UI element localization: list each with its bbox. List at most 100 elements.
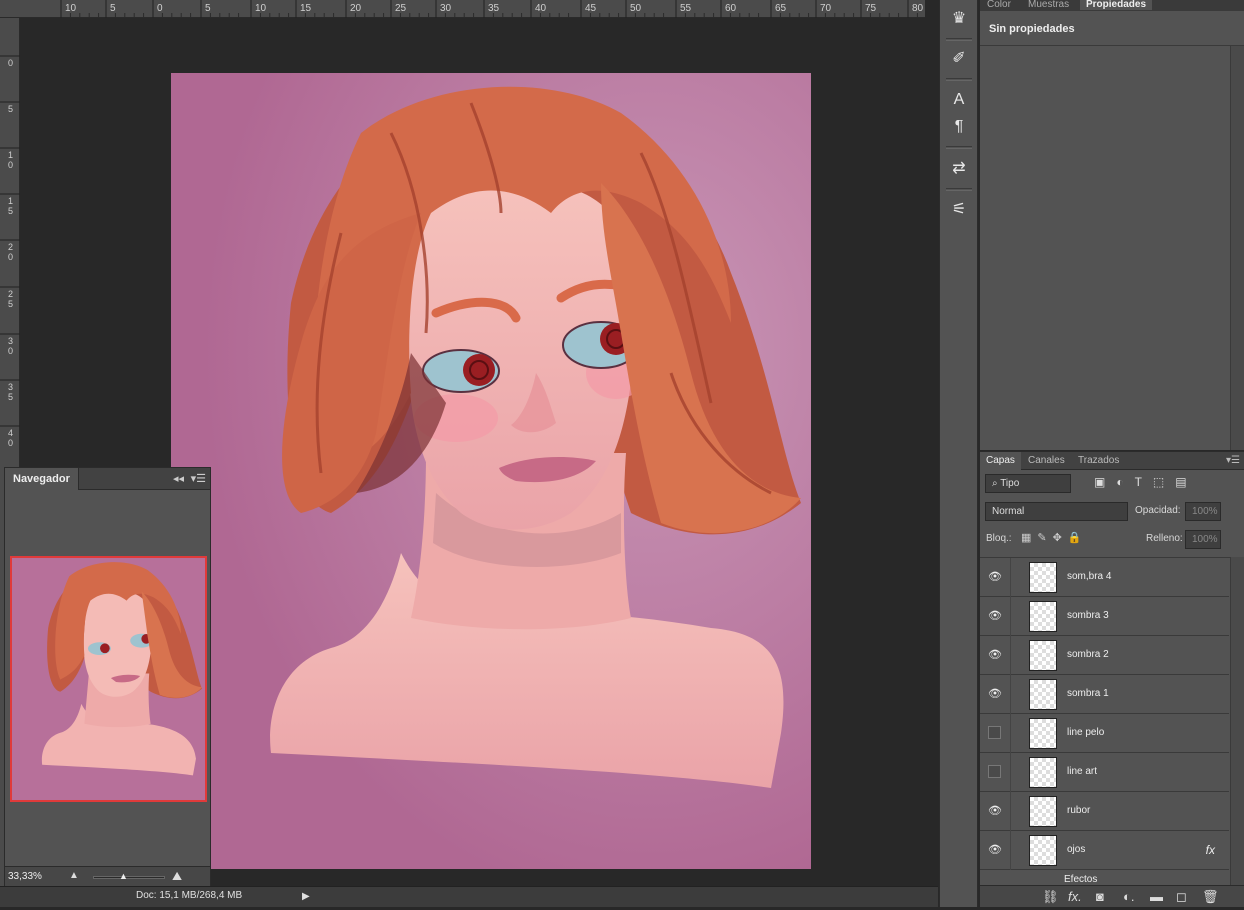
lock-icons[interactable]: ▦✎✥🔒 [1021, 531, 1088, 544]
layer-effects-icon[interactable]: fx [1206, 843, 1215, 857]
effects-label[interactable]: Efectos [1064, 874, 1097, 885]
adjustment-layer-icon[interactable]: ◐. [1123, 889, 1134, 904]
navigator-preview[interactable] [10, 556, 207, 802]
layer-row[interactable]: 👁 sombra 3 [980, 597, 1229, 636]
new-group-icon[interactable]: ▬ [1150, 889, 1163, 904]
zoom-slider-knob[interactable]: ▲ [119, 871, 128, 881]
visibility-toggle-off[interactable] [988, 726, 1001, 739]
tab-layers[interactable]: Capas [980, 452, 1021, 470]
collapse-icon[interactable]: ◂◂ [173, 472, 184, 485]
document-status-bar: Doc: 15,1 MB/268,4 MB ▶ [0, 886, 938, 907]
layer-name[interactable]: line art [1067, 766, 1097, 777]
ruler-label: 20 [350, 3, 362, 14]
document-size-info[interactable]: Doc: 15,1 MB/268,4 MB [136, 890, 242, 901]
layer-thumbnail[interactable] [1029, 679, 1057, 710]
row-divider [1010, 714, 1011, 753]
layers-scrollbar[interactable] [1230, 557, 1244, 885]
character-icon[interactable]: A [947, 89, 971, 111]
zoom-level[interactable]: 33,33% [8, 871, 42, 882]
visibility-eye-icon[interactable]: 👁 [988, 843, 1002, 856]
layer-thumbnail[interactable] [1029, 835, 1057, 866]
properties-scrollbar[interactable] [1230, 46, 1244, 450]
add-mask-icon[interactable]: ◙ [1096, 889, 1104, 904]
row-divider [1010, 792, 1011, 831]
layer-row[interactable]: line pelo [980, 714, 1229, 753]
strip-divider [946, 188, 972, 191]
layers-tabbar: Capas Canales Trazados ▾☰ [980, 452, 1244, 470]
opacity-label: Opacidad: [1135, 505, 1181, 516]
ruler-label: 25 [395, 3, 407, 14]
layer-name[interactable]: som,bra 4 [1067, 571, 1111, 582]
panel-menu-icon[interactable]: ▾☰ [191, 472, 206, 485]
panel-menu-icon[interactable]: ▾☰ [1226, 455, 1240, 466]
layer-name[interactable]: sombra 2 [1067, 649, 1109, 660]
layer-row[interactable]: 👁 sombra 2 [980, 636, 1229, 675]
layer-name[interactable]: ojos [1067, 844, 1085, 855]
ruler-label: 3 [8, 336, 13, 346]
clone-source-icon[interactable]: ⇄ [947, 158, 971, 180]
ruler-label: 5 [8, 104, 13, 114]
ruler-label: 40 [535, 3, 547, 14]
visibility-eye-icon[interactable]: 👁 [988, 648, 1002, 661]
zoom-slider[interactable] [93, 876, 165, 879]
status-menu-arrow-icon[interactable]: ▶ [302, 891, 310, 902]
ruler-label: 45 [585, 3, 597, 14]
brush-preset-icon[interactable]: ✐ [947, 48, 971, 70]
layer-thumbnail[interactable] [1029, 640, 1057, 671]
tab-navigator[interactable]: Navegador [5, 468, 79, 490]
layer-name[interactable]: sombra 3 [1067, 610, 1109, 621]
navigator-header: Navegador ◂◂ ▾☰ [5, 468, 210, 490]
horizontal-ruler[interactable]: 10 5 0 5 10 15 20 25 30 35 40 45 50 55 60 65 70 75 80 [0, 0, 947, 18]
document-canvas[interactable] [171, 73, 811, 869]
layer-name[interactable]: sombra 1 [1067, 688, 1109, 699]
layer-row[interactable]: 👁 ojos fx [980, 831, 1229, 870]
ruler-label: 0 [8, 160, 13, 170]
ruler-label: 65 [775, 3, 787, 14]
tab-color[interactable]: Color [987, 0, 1011, 10]
layers-panel: Capas Canales Trazados ▾☰ ⌕ Tipo ▣◐T⬚▤ N… [980, 451, 1244, 907]
layer-thumbnail[interactable] [1029, 562, 1057, 593]
new-layer-icon[interactable]: ◻ [1176, 889, 1187, 905]
trash-icon[interactable]: 🗑 [1202, 889, 1219, 905]
crown-icon[interactable]: ♛ [947, 8, 971, 30]
visibility-eye-icon[interactable]: 👁 [988, 687, 1002, 700]
zoom-out-icon[interactable]: ▲ [69, 870, 79, 881]
layer-row[interactable]: 👁 som,bra 4 [980, 558, 1229, 597]
visibility-eye-icon[interactable]: 👁 [988, 570, 1002, 583]
adjustments-icon[interactable]: ⚟ [947, 199, 971, 221]
link-layers-icon[interactable]: ⛓ [1042, 889, 1059, 905]
row-divider [1010, 831, 1011, 870]
layer-thumbnail[interactable] [1029, 718, 1057, 749]
layer-style-icon[interactable]: fx. [1068, 889, 1082, 904]
layer-row[interactable]: 👁 rubor [980, 792, 1229, 831]
layer-filter-select[interactable]: ⌕ Tipo [985, 474, 1071, 493]
visibility-toggle-off[interactable] [988, 765, 1001, 778]
layer-row[interactable]: 👁 sombra 1 [980, 675, 1229, 714]
fill-label: Relleno: [1146, 533, 1183, 544]
zoom-in-icon[interactable]: ⛰ [172, 869, 182, 884]
layer-thumbnail[interactable] [1029, 757, 1057, 788]
strip-divider [946, 146, 972, 149]
layer-thumbnail[interactable] [1029, 601, 1057, 632]
layer-name[interactable]: rubor [1067, 805, 1090, 816]
filter-icons: ▣◐T⬚▤ [1094, 475, 1198, 489]
opacity-input[interactable]: 100% [1185, 502, 1221, 521]
ruler-label: 5 [205, 3, 211, 14]
visibility-eye-icon[interactable]: 👁 [988, 609, 1002, 622]
layer-row[interactable]: line art [980, 753, 1229, 792]
strip-divider [946, 38, 972, 41]
visibility-eye-icon[interactable]: 👁 [988, 804, 1002, 817]
blend-mode-select[interactable]: Normal [985, 502, 1128, 521]
fill-input[interactable]: 100% [1185, 530, 1221, 549]
navigator-panel: Navegador ◂◂ ▾☰ 33,33% ▲ ▲ ⛰ [4, 467, 211, 889]
tab-paths[interactable]: Trazados [1078, 455, 1119, 466]
tab-properties[interactable]: Propiedades [1080, 0, 1153, 10]
ruler-label: 70 [820, 3, 832, 14]
ruler-label: 0 [8, 58, 13, 68]
ruler-label: 1 [8, 150, 13, 160]
layer-thumbnail[interactable] [1029, 796, 1057, 827]
layer-name[interactable]: line pelo [1067, 727, 1104, 738]
tab-channels[interactable]: Canales [1028, 455, 1065, 466]
tab-swatches[interactable]: Muestras [1028, 0, 1069, 10]
paragraph-icon[interactable]: ¶ [947, 116, 971, 138]
